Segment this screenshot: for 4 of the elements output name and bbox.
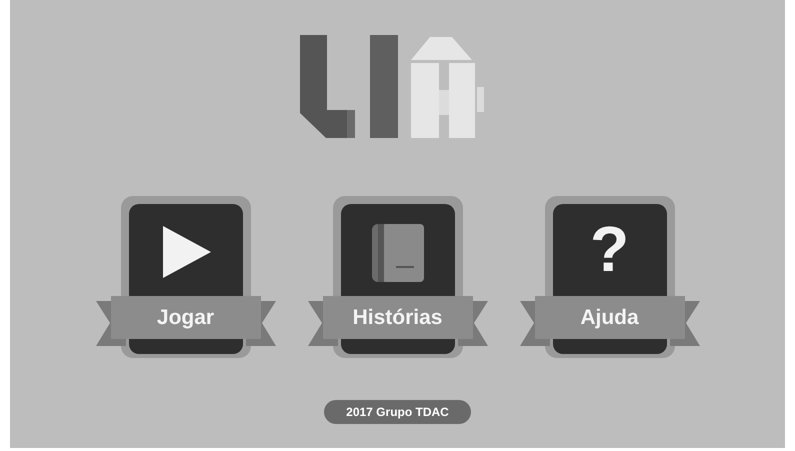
book-icon — [372, 224, 424, 282]
question-icon: ? — [590, 214, 630, 284]
copyright-badge: 2017 Grupo TDAC — [324, 400, 471, 424]
play-icon — [162, 226, 210, 278]
